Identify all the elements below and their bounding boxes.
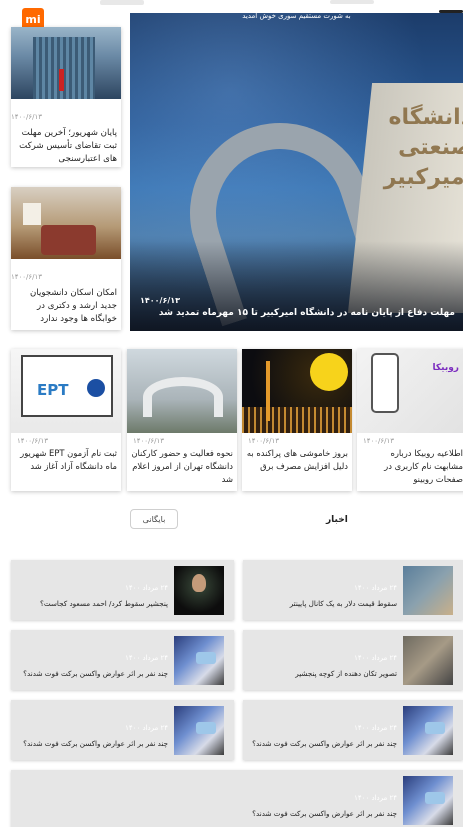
- card-title: نحوه فعالیت و حضور کارکنان دانشگاه تهران…: [131, 448, 233, 484]
- tab-archive[interactable]: بایگانی: [130, 509, 178, 529]
- item-date: ۲۴ مرداد ۱۴۰۰: [354, 584, 397, 592]
- item-title: چند نفر بر اثر عوارض واکسن برکت فوت شدند…: [252, 809, 397, 818]
- item-thumbnail: [403, 566, 453, 615]
- news-card[interactable]: ۱۴۰۰/۶/۱۳ امکان اسکان دانشجویان جدید ارش…: [11, 187, 121, 330]
- hero-date: ۱۴۰۰/۶/۱۳: [140, 296, 181, 305]
- item-title: تصویر تکان دهنده از کوچه پنجشیر: [295, 669, 397, 678]
- card-date: ۱۴۰۰/۶/۱۳: [11, 273, 43, 281]
- news-card[interactable]: ۱۴۰۰/۶/۱۳ پایان شهریور؛ آخرین مهلت ثبت ت…: [11, 27, 121, 167]
- news-card[interactable]: ۱۴۰۰/۶/۱۳ نحوه فعالیت و حضور کارکنان دان…: [127, 349, 237, 491]
- item-title: چند نفر بر اثر عوارض واکسن برکت فوت شدند…: [252, 739, 397, 748]
- card-title: اطلاعیه روبیکا درباره مشابهت نام کاربری …: [384, 448, 463, 484]
- item-thumbnail: [174, 566, 224, 615]
- list-item[interactable]: ۲۴ مرداد ۱۴۰۰ تصویر تکان دهنده از کوچه پ…: [243, 630, 463, 690]
- news-card[interactable]: روبیکا ۱۴۰۰/۶/۱۳ اطلاعیه روبیکا درباره م…: [357, 349, 463, 491]
- item-date: ۲۴ مرداد ۱۴۰۰: [354, 724, 397, 732]
- list-item[interactable]: ۲۴ مرداد ۱۴۰۰ چند نفر بر اثر عوارض واکسن…: [11, 700, 234, 760]
- item-thumbnail: [403, 706, 453, 755]
- item-thumbnail: [174, 636, 224, 685]
- card-image: [11, 187, 121, 259]
- card-date: ۱۴۰۰/۶/۱۳: [11, 113, 43, 121]
- ept-logo-text: EPT: [37, 381, 69, 399]
- card-image: [11, 27, 121, 99]
- hero-sign-text: دانشگاه صنعتی امیرکبیر: [383, 105, 463, 190]
- card-date: ۱۴۰۰/۶/۱۳: [363, 437, 395, 445]
- card-image: [242, 349, 352, 433]
- item-date: ۲۴ مرداد ۱۴۰۰: [125, 654, 168, 662]
- tab-news[interactable]: اخبار: [326, 515, 348, 525]
- card-image: EPT: [11, 349, 121, 433]
- item-thumbnail: [174, 706, 224, 755]
- item-date: ۲۴ مرداد ۱۴۰۰: [354, 654, 397, 662]
- card-image: [127, 349, 237, 433]
- item-title: چند نفر بر اثر عوارض واکسن برکت فوت شدند…: [23, 669, 168, 678]
- list-item[interactable]: ۲۴ مرداد ۱۴۰۰ چند نفر بر اثر عوارض واکسن…: [11, 630, 234, 690]
- item-title: پنجشیر سقوط کرد/ احمد مسعود کجاست؟: [40, 599, 168, 608]
- item-date: ۲۴ مرداد ۱۴۰۰: [354, 794, 397, 802]
- item-date: ۲۴ مرداد ۱۴۰۰: [125, 724, 168, 732]
- card-title: ثبت نام آزمون EPT شهریور ماه دانشگاه آزا…: [20, 448, 117, 471]
- hero-title[interactable]: مهلت دفاع از پایان نامه در دانشگاه امیرک…: [140, 308, 455, 318]
- card-date: ۱۴۰۰/۶/۱۳: [133, 437, 165, 445]
- list-item[interactable]: ۲۴ مرداد ۱۴۰۰ چند نفر بر اثر عوارض واکسن…: [243, 700, 463, 760]
- item-title: چند نفر بر اثر عوارض واکسن برکت فوت شدند…: [23, 739, 168, 748]
- item-thumbnail: [403, 776, 453, 825]
- card-date: ۱۴۰۰/۶/۱۳: [248, 437, 280, 445]
- card-image: روبیکا: [357, 349, 463, 433]
- card-date: ۱۴۰۰/۶/۱۳: [17, 437, 49, 445]
- top-placeholder: [330, 0, 374, 4]
- list-item[interactable]: ۲۴ مرداد ۱۴۰۰ سقوط قیمت دلار به یک کانال…: [243, 560, 463, 620]
- item-thumbnail: [403, 636, 453, 685]
- hero-top-caption: به شورت مستقیم سوری خوش آمدید: [242, 12, 351, 20]
- list-item[interactable]: ۲۴ مرداد ۱۴۰۰ پنجشیر سقوط کرد/ احمد مسعو…: [11, 560, 234, 620]
- news-card[interactable]: ۱۴۰۰/۶/۱۳ بروز خاموشی های پراکنده به دلی…: [242, 349, 352, 491]
- item-title: سقوط قیمت دلار به یک کانال پایینتر: [289, 599, 397, 608]
- rubika-logo-text: روبیکا: [432, 363, 459, 373]
- top-placeholder: [100, 0, 144, 5]
- news-card[interactable]: EPT ۱۴۰۰/۶/۱۳ ثبت نام آزمون EPT شهریور م…: [11, 349, 121, 491]
- list-item[interactable]: ۲۴ مرداد ۱۴۰۰ چند نفر بر اثر عوارض واکسن…: [11, 770, 463, 827]
- card-title: بروز خاموشی های پراکنده به دلیل افزایش م…: [246, 448, 348, 471]
- card-title: پایان شهریور؛ آخرین مهلت ثبت تقاضای تأسی…: [19, 128, 117, 164]
- item-date: ۲۴ مرداد ۱۴۰۰: [125, 584, 168, 592]
- hero-image[interactable]: دانشگاه صنعتی امیرکبیر: [130, 13, 463, 331]
- card-title: امکان اسکان دانشجویان جدید ارشد و دکتری …: [30, 288, 117, 324]
